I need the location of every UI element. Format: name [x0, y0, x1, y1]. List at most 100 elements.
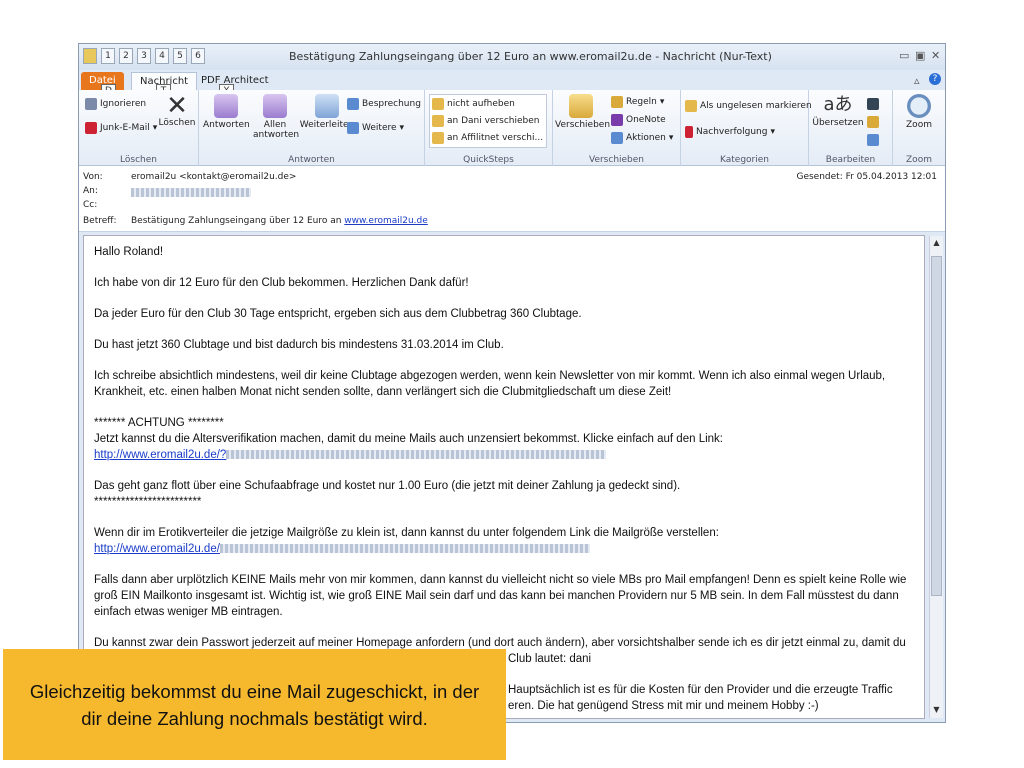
reply-all-icon [263, 94, 287, 118]
related-icon[interactable] [867, 116, 879, 128]
antworten-label: Antworten [203, 120, 250, 130]
antworten-button[interactable]: Antworten [203, 94, 250, 130]
qat-button-2[interactable]: 2 [119, 48, 133, 64]
group-quicksteps: nicht aufheben an Dani verschieben an Af… [425, 90, 553, 166]
subject-link[interactable]: www.eromail2u.de [344, 216, 428, 226]
mark-unread-icon [685, 100, 697, 112]
qat-button-3[interactable]: 3 [137, 48, 151, 64]
scroll-up-icon[interactable]: ▲ [931, 238, 942, 249]
body-paragraph: Ich schreibe absichtlich mindestens, wei… [94, 370, 886, 398]
actions-icon [611, 132, 623, 144]
caption-text: Gleichzeitig bekommst du eine Mail zuges… [29, 680, 480, 729]
sender-value[interactable]: eromail2u <kontakt@eromail2u.de> [131, 172, 296, 182]
zoom-button[interactable]: Zoom [899, 94, 939, 130]
quickstep-3[interactable]: an Affilitnet verschi... [432, 132, 543, 144]
quickstep-1[interactable]: nicht aufheben [432, 98, 515, 110]
help-icon[interactable]: ? [929, 73, 941, 85]
aktionen-button[interactable]: Aktionen ▾ [611, 132, 673, 144]
password-text: Du kannst zwar dein Passwort jederzeit a… [94, 637, 906, 649]
group-antworten: Antworten Allen antworten Weiterleiten B… [199, 90, 425, 166]
scroll-thumb[interactable] [931, 256, 942, 596]
quickstep-3-label: an Affilitnet verschi... [447, 133, 544, 143]
verification-text: Jetzt kannst du die Altersverifikation m… [94, 433, 723, 445]
group-label-kategorien: Kategorien [720, 155, 769, 165]
achtung-block: ******* ACHTUNG ******** Jetzt kannst du … [94, 415, 916, 463]
stars-divider: ************************ [94, 496, 202, 508]
betreff-label: Betreff: [83, 216, 117, 226]
group-label-antworten: Antworten [288, 155, 335, 165]
cost-text-2: eren. Die hat genügend Stress mit mir un… [508, 700, 819, 712]
weitere-button[interactable]: Weitere ▾ [347, 122, 404, 134]
forward-icon [315, 94, 339, 118]
sent-date: Gesendet: Fr 05.04.2013 12:01 [796, 172, 937, 182]
uebersetzen-label: Übersetzen [812, 118, 864, 128]
group-label-quicksteps: QuickSteps [463, 155, 514, 165]
group-label-loeschen: Löschen [120, 155, 157, 165]
message-body[interactable]: Hallo Roland! Ich habe von dir 12 Euro f… [83, 235, 925, 719]
uebersetzen-button[interactable]: aあ Übersetzen [811, 92, 865, 128]
ungelesen-label: Als ungelesen markieren [700, 101, 812, 111]
outlook-message-window: 1 2 3 4 5 6 Bestätigung Zahlungseingang … [78, 43, 946, 723]
collapse-ribbon-icon[interactable]: ▵ [914, 74, 920, 87]
reply-icon [214, 94, 238, 118]
allen-antworten-button[interactable]: Allen antworten [253, 94, 300, 140]
group-label-verschieben: Verschieben [588, 155, 645, 165]
onenote-button[interactable]: OneNote [611, 114, 666, 126]
besprechung-button[interactable]: Besprechung [347, 98, 421, 110]
greeting: Hallo Roland! [94, 246, 164, 258]
delete-icon: ✕ [166, 91, 188, 121]
rules-icon [611, 96, 623, 108]
group-verschieben: Verschieben Regeln ▾ OneNote Aktionen ▾ Ve… [553, 90, 681, 166]
besprechung-label: Besprechung [362, 99, 421, 109]
qat-button-1[interactable]: 1 [101, 48, 115, 64]
junk-button[interactable]: Junk-E-Mail ▾ [85, 122, 157, 134]
weitere-label: Weitere [362, 123, 397, 133]
allen-label: Allen antworten [253, 120, 300, 140]
achtung-heading: ******* ACHTUNG ******** [94, 417, 224, 429]
minimize-button[interactable]: ▭ [899, 49, 909, 62]
fee-block: Das geht ganz flott über eine Schufaabfr… [94, 478, 916, 510]
regeln-button[interactable]: Regeln ▾ [611, 96, 664, 108]
qat-button-4[interactable]: 4 [155, 48, 169, 64]
nachverfolgung-button[interactable]: Nachverfolgung ▾ [685, 126, 775, 138]
magnifier-icon [907, 94, 931, 118]
group-loeschen: Ignorieren Junk-E-Mail ▾ ✕ Löschen Löschen [79, 90, 199, 166]
find-icon[interactable] [867, 98, 879, 110]
ribbon-tabs: Datei Nachricht PDF Architect D T Y ▵ ? [79, 70, 945, 98]
quickstep-2[interactable]: an Dani verschieben [432, 115, 540, 127]
vertical-scrollbar[interactable]: ▲ ▼ [929, 236, 943, 718]
subject-text: Bestätigung Zahlungseingang über 12 Euro… [131, 216, 342, 226]
restore-button[interactable]: ▣ [915, 49, 925, 62]
group-label-zoom: Zoom [906, 155, 932, 165]
mailsize-link[interactable]: http://www.eromail2u.de/ [94, 543, 220, 555]
verification-link[interactable]: http://www.eromail2u.de/? [94, 449, 226, 461]
ignore-icon [85, 98, 97, 110]
group-kategorien: Als ungelesen markieren Nachverfolgung ▾ … [681, 90, 812, 166]
body-paragraph: Da jeder Euro für den Club 30 Tage entsp… [94, 308, 582, 320]
fee-text: Das geht ganz flott über eine Schufaabfr… [94, 480, 681, 492]
ignorieren-button[interactable]: Ignorieren [85, 98, 146, 110]
loeschen-button[interactable]: ✕ Löschen [157, 91, 197, 128]
flag-icon [685, 126, 693, 138]
ungelesen-button[interactable]: Als ungelesen markieren [685, 100, 812, 112]
qat-button-5[interactable]: 5 [173, 48, 187, 64]
cc-label: Cc: [83, 200, 98, 210]
junk-label: Junk-E-Mail [100, 123, 150, 133]
onenote-label: OneNote [626, 115, 666, 125]
verschieben-button[interactable]: Verschieben [555, 94, 610, 130]
close-button[interactable]: ✕ [931, 49, 940, 62]
qat-button-6[interactable]: 6 [191, 48, 205, 64]
translate-icon: aあ [823, 94, 853, 115]
mailsize-text: Wenn dir im Erotikverteiler die jetzige … [94, 527, 719, 539]
quickstep-1-label: nicht aufheben [447, 99, 515, 109]
message-header: Von: eromail2u <kontakt@eromail2u.de> An… [79, 166, 945, 232]
body-paragraph: Falls dann aber urplötzlich KEINE Mails … [94, 574, 907, 618]
an-label: An: [83, 186, 98, 196]
select-icon[interactable] [867, 134, 879, 146]
tab-pdf-architect[interactable]: PDF Architect [193, 72, 277, 90]
meeting-icon [347, 98, 359, 110]
loeschen-label: Löschen [158, 118, 196, 128]
window-title: Bestätigung Zahlungseingang über 12 Euro… [289, 50, 772, 63]
scroll-down-icon[interactable]: ▼ [931, 705, 942, 716]
envelope-icon[interactable] [83, 48, 97, 64]
